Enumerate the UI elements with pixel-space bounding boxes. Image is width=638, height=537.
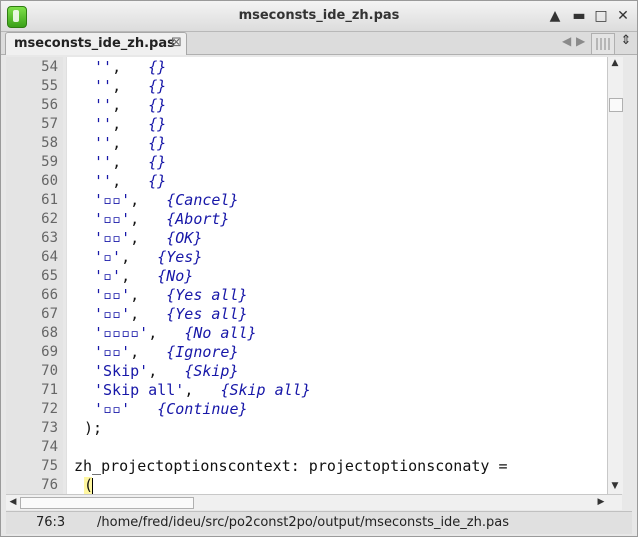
window-title: mseconsts_ide_zh.pas <box>238 8 400 23</box>
line-number: 61 <box>41 192 58 208</box>
code-line[interactable]: '▫▫', {OK} <box>94 229 202 248</box>
line-number: 68 <box>41 325 58 341</box>
line-number: 58 <box>41 135 58 151</box>
scroll-down-icon[interactable]: ▼ <box>608 481 622 491</box>
code-line[interactable]: '▫▫', {Yes all} <box>94 286 248 305</box>
tab-close-icon[interactable]: ⊠ <box>171 35 182 50</box>
code-line[interactable]: 'Skip', {Skip} <box>94 362 239 381</box>
code-editor[interactable]: '', {} '', {} '', {} '', {} '', {} '', {… <box>66 57 608 494</box>
minimize-button[interactable]: ▲ <box>547 8 563 24</box>
ide-window: mseconsts_ide_zh.pas ▲ ▬ □ ✕ mseconsts_i… <box>0 0 638 537</box>
code-line[interactable]: '▫▫', {Cancel} <box>94 191 239 210</box>
code-line[interactable]: '', {} <box>94 96 166 115</box>
code-line[interactable]: 'Skip all', {Skip all} <box>94 381 311 400</box>
line-number: 73 <box>41 420 58 436</box>
code-line[interactable]: '', {} <box>94 58 166 77</box>
line-number: 71 <box>41 382 58 398</box>
code-line[interactable]: '▫▫', {Abort} <box>94 210 229 229</box>
scroll-right-icon[interactable]: ▶ <box>594 497 608 507</box>
code-line[interactable]: ( <box>75 476 93 494</box>
line-number: 63 <box>41 230 58 246</box>
line-number: 72 <box>41 401 58 417</box>
minimize-icon[interactable]: ▬ <box>571 8 587 24</box>
maximize-button[interactable]: □ <box>593 8 609 24</box>
tab-bar: mseconsts_ide_zh.pas ⊠ ◀ ▶ ⇕ <box>1 32 637 55</box>
code-line[interactable]: '', {} <box>94 77 166 96</box>
title-bar[interactable]: mseconsts_ide_zh.pas ▲ ▬ □ ✕ <box>1 1 637 32</box>
line-number: 57 <box>41 116 58 132</box>
code-line[interactable]: '▫▫', {Yes all} <box>94 305 248 324</box>
horizontal-scroll-thumb[interactable] <box>20 497 194 509</box>
tab-label: mseconsts_ide_zh.pas <box>14 36 175 51</box>
close-button[interactable]: ✕ <box>615 8 631 24</box>
line-number: 76 <box>41 477 58 493</box>
tab-grid-icon[interactable] <box>591 33 615 55</box>
line-number: 74 <box>41 439 58 455</box>
code-line[interactable]: ); <box>75 419 102 438</box>
tab-split-icon[interactable]: ⇕ <box>618 33 634 53</box>
code-line[interactable]: '▫▫▫▫', {No all} <box>94 324 257 343</box>
line-number: 54 <box>41 59 58 75</box>
tab-mseconsts-ide-zh[interactable]: mseconsts_ide_zh.pas ⊠ <box>5 32 187 55</box>
status-bar: 76:3 /home/fred/ideu/src/po2const2po/out… <box>6 511 632 534</box>
line-number: 60 <box>41 173 58 189</box>
vertical-scrollbar[interactable]: ▲ ▼ <box>607 57 623 494</box>
code-line[interactable]: '', {} <box>94 115 166 134</box>
line-number-gutter: 54 55 56 57 58 59 60 61 62 63 64 65 66 6… <box>6 57 63 494</box>
scroll-up-icon[interactable]: ▲ <box>608 58 622 68</box>
scroll-left-icon[interactable]: ◀ <box>6 497 20 507</box>
code-line[interactable]: '▫', {Yes} <box>94 248 202 267</box>
code-line[interactable]: '', {} <box>94 172 166 191</box>
file-path: /home/fred/ideu/src/po2const2po/output/m… <box>97 515 509 530</box>
line-number: 65 <box>41 268 58 284</box>
line-number: 75 <box>41 458 58 474</box>
code-line[interactable]: zh_projectoptionscontext: projectoptions… <box>74 457 507 476</box>
tab-scroll-left-icon[interactable]: ◀ <box>562 34 571 48</box>
code-line[interactable]: '', {} <box>94 134 166 153</box>
line-number: 55 <box>41 78 58 94</box>
code-line[interactable]: '▫▫' {Continue} <box>94 400 248 419</box>
line-number: 56 <box>41 97 58 113</box>
line-number: 66 <box>41 287 58 303</box>
code-line[interactable]: '▫▫', {Ignore} <box>94 343 239 362</box>
vertical-scroll-thumb[interactable] <box>609 98 623 112</box>
horizontal-scrollbar[interactable]: ◀ ▶ <box>6 494 622 510</box>
text-cursor <box>92 478 93 494</box>
line-number: 70 <box>41 363 58 379</box>
tab-scroll-right-icon[interactable]: ▶ <box>576 34 585 48</box>
line-number: 69 <box>41 344 58 360</box>
line-number: 59 <box>41 154 58 170</box>
line-number: 64 <box>41 249 58 265</box>
line-number: 67 <box>41 306 58 322</box>
code-line[interactable]: '', {} <box>94 153 166 172</box>
code-line[interactable]: '▫', {No} <box>94 267 193 286</box>
cursor-position: 76:3 <box>36 515 66 530</box>
line-number: 62 <box>41 211 58 227</box>
